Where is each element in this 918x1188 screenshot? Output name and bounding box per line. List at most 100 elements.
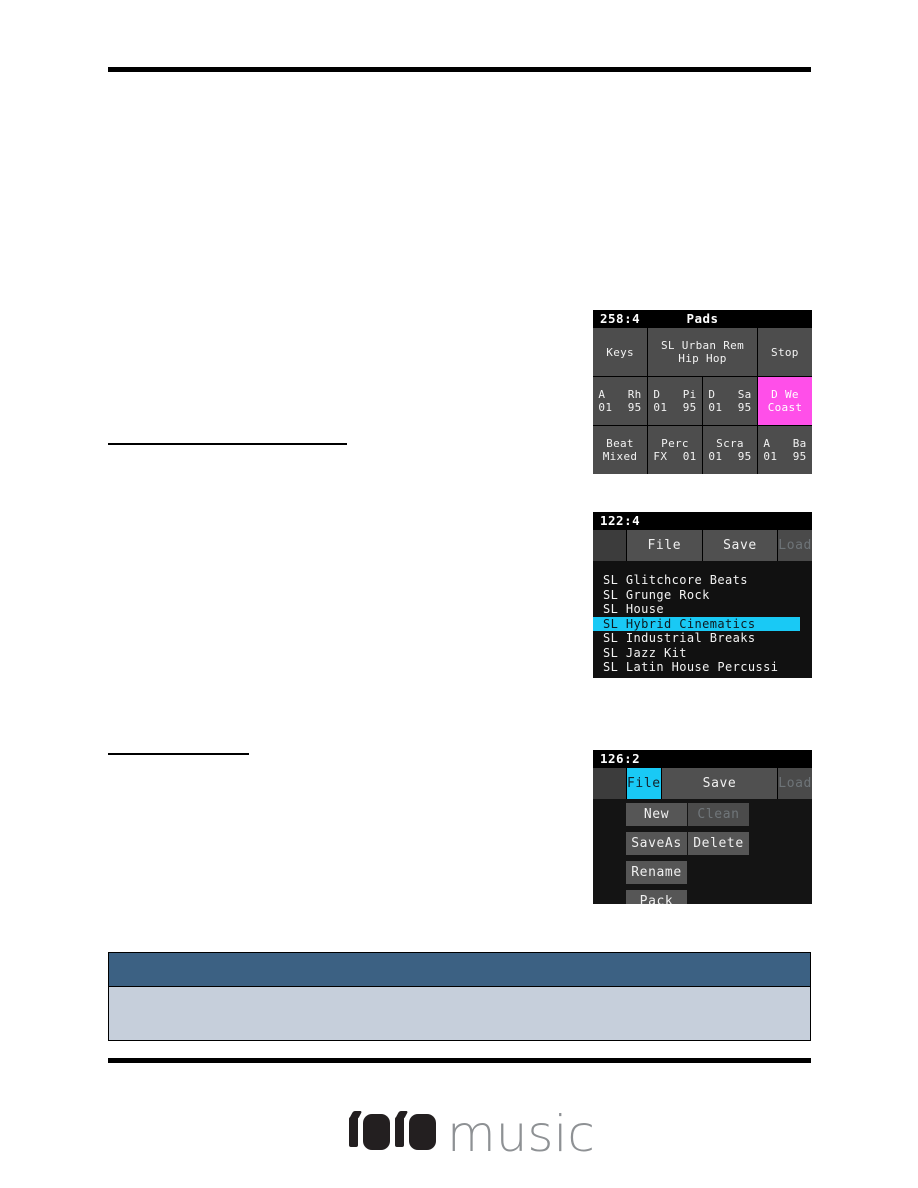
pad-label-line2: Hip Hop <box>678 352 727 365</box>
pad-label-line1: D Sa <box>708 388 751 401</box>
pad-label-right: 95 <box>737 450 752 463</box>
list-item[interactable]: SL Glitchcore Beats <box>593 573 812 588</box>
file-menu-body: New Clean SaveAs Delete Rename Pack <box>593 799 812 904</box>
pad-label-line2: 01 95 <box>653 401 696 414</box>
file-list-body[interactable]: SL Glitchcore Beats SL Grunge Rock SL Ho… <box>593 561 812 678</box>
logo-wordmark: music <box>447 1105 595 1163</box>
pad-row: A Rh 01 95 D Pi 01 95 D Sa 01 95 D We Co… <box>593 377 812 425</box>
pad-label-right: 95 <box>682 401 697 414</box>
tab-load-disabled: Load <box>778 768 812 799</box>
pad-label-line1: A Ba <box>763 437 806 450</box>
menu-button-pack[interactable]: Pack <box>626 890 687 904</box>
pad-label-line2: 01 95 <box>598 401 641 414</box>
menu-button-clean: Clean <box>688 803 749 826</box>
tab-save[interactable]: Save <box>661 768 778 799</box>
pad-label-right: Sa <box>737 388 752 401</box>
pad-label-line2: 01 95 <box>708 401 751 414</box>
pad-perc-fx-01[interactable]: Perc FX 01 <box>648 426 702 474</box>
pad-label-line2: FX 01 <box>653 450 696 463</box>
pad-label-line1: Beat <box>606 437 634 450</box>
list-item[interactable]: SL Jazz Kit <box>593 646 812 661</box>
logo-digit-zero <box>363 1114 390 1150</box>
pad-label-line1: D Pi <box>653 388 696 401</box>
pad-label-right: 95 <box>792 450 807 463</box>
pad-label-line1: A Rh <box>598 388 641 401</box>
file-menu-tabbar: File Save Load <box>593 767 812 799</box>
pad-label-right: Ba <box>792 437 807 450</box>
pad-label-right: 01 <box>682 450 697 463</box>
pad-a-rh-01-95[interactable]: A Rh 01 95 <box>593 377 647 425</box>
menu-button-rename[interactable]: Rename <box>626 861 687 884</box>
list-item[interactable]: SL House <box>593 602 812 617</box>
pads-title: Pads <box>686 311 719 326</box>
pad-label-line1: D We <box>771 388 799 401</box>
list-item[interactable]: SL Grunge Rock <box>593 588 812 603</box>
page-top-rule <box>108 67 811 72</box>
section-rule-lower <box>108 753 249 755</box>
pad-label-line1: SL Urban Rem <box>660 339 745 352</box>
pad-scra-01-95[interactable]: Scra 01 95 <box>703 426 757 474</box>
logo-digit-one <box>395 1117 404 1147</box>
list-item[interactable]: SL Industrial Breaks <box>593 631 812 646</box>
pad-label-line2: Coast <box>767 401 803 414</box>
pad-d-we-coast-selected[interactable]: D We Coast <box>758 377 812 425</box>
pad-label-line1: Scra <box>716 437 744 450</box>
pad-stop[interactable]: Stop <box>757 328 812 376</box>
tab-save[interactable]: Save <box>702 530 778 561</box>
section-rule-upper <box>108 443 347 445</box>
logo-digits-1010 <box>349 1114 438 1150</box>
list-item[interactable]: SL Latin House Percussi <box>593 660 812 675</box>
pad-label-left: 01 <box>598 401 613 414</box>
pad-label-right: Pi <box>682 388 697 401</box>
pad-row: Beat Mixed Perc FX 01 Scra 01 95 A Ba 01… <box>593 426 812 474</box>
pad-label-right: 95 <box>737 401 752 414</box>
logo-digit-one <box>349 1117 358 1147</box>
device-screen-file-list: 122:4 File Save Load SL Glitchcore Beats… <box>593 512 812 678</box>
tab-blank[interactable] <box>593 530 626 561</box>
pad-sl-urban-rem-hip-hop[interactable]: SL Urban Rem Hip Hop <box>648 328 757 376</box>
file-list-titlebar: 122:4 <box>593 512 812 529</box>
pad-label-right: 95 <box>627 401 642 414</box>
menu-button-saveas[interactable]: SaveAs <box>626 832 687 855</box>
list-item-selected[interactable]: SL Hybrid Cinematics <box>593 616 800 631</box>
table-header-row <box>109 953 810 987</box>
pads-titlebar: 258:4 Pads <box>593 310 812 327</box>
pad-label-line1: Perc <box>661 437 689 450</box>
pad-label-left: FX <box>653 450 668 463</box>
pad-label-left: 01 <box>763 450 778 463</box>
pad-d-pi-01-95[interactable]: D Pi 01 95 <box>648 377 702 425</box>
pad-a-ba-01-95[interactable]: A Ba 01 95 <box>758 426 812 474</box>
menu-button-delete[interactable]: Delete <box>688 832 749 855</box>
file-list-tabbar: File Save Load <box>593 529 812 561</box>
pad-label: Keys <box>606 345 634 359</box>
pad-beat-mixed[interactable]: Beat Mixed <box>593 426 647 474</box>
pad-label-left: 01 <box>708 401 723 414</box>
tab-file-selected[interactable]: File <box>627 768 661 799</box>
pad-label-left: A <box>598 388 606 401</box>
device-screen-pads: 258:4 Pads Keys SL Urban Rem Hip Hop Sto… <box>593 310 812 474</box>
pad-label-line2: 01 95 <box>763 450 806 463</box>
tab-file[interactable]: File <box>627 530 702 561</box>
pad-label-line2: Mixed <box>602 450 638 463</box>
pad-label-left: D <box>708 388 716 401</box>
menu-button-new[interactable]: New <box>626 803 687 826</box>
pad-label-left: 01 <box>653 401 668 414</box>
pad-label-right: Rh <box>627 388 642 401</box>
pad-d-sa-01-95[interactable]: D Sa 01 95 <box>703 377 757 425</box>
file-list-clock: 122:4 <box>600 513 641 528</box>
bottom-table <box>108 952 811 1041</box>
pad-keys[interactable]: Keys <box>593 328 648 376</box>
logo-digit-zero <box>409 1114 436 1150</box>
pad-row: Keys SL Urban Rem Hip Hop Stop <box>593 328 812 376</box>
pad-label-left: D <box>653 388 661 401</box>
pad-label-left: A <box>763 437 771 450</box>
file-menu-clock: 126:2 <box>600 751 641 766</box>
pad-label: Stop <box>771 345 799 359</box>
table-body-row <box>109 987 810 1040</box>
device-screen-file-menu: 126:2 File Save Load New Clean SaveAs De… <box>593 750 812 904</box>
tab-load-disabled: Load <box>778 530 812 561</box>
page-bottom-rule <box>108 1058 811 1063</box>
tab-blank[interactable] <box>593 768 626 799</box>
pad-label-line2: 01 95 <box>708 450 751 463</box>
pad-grid: Keys SL Urban Rem Hip Hop Stop A Rh 01 9… <box>593 327 812 474</box>
